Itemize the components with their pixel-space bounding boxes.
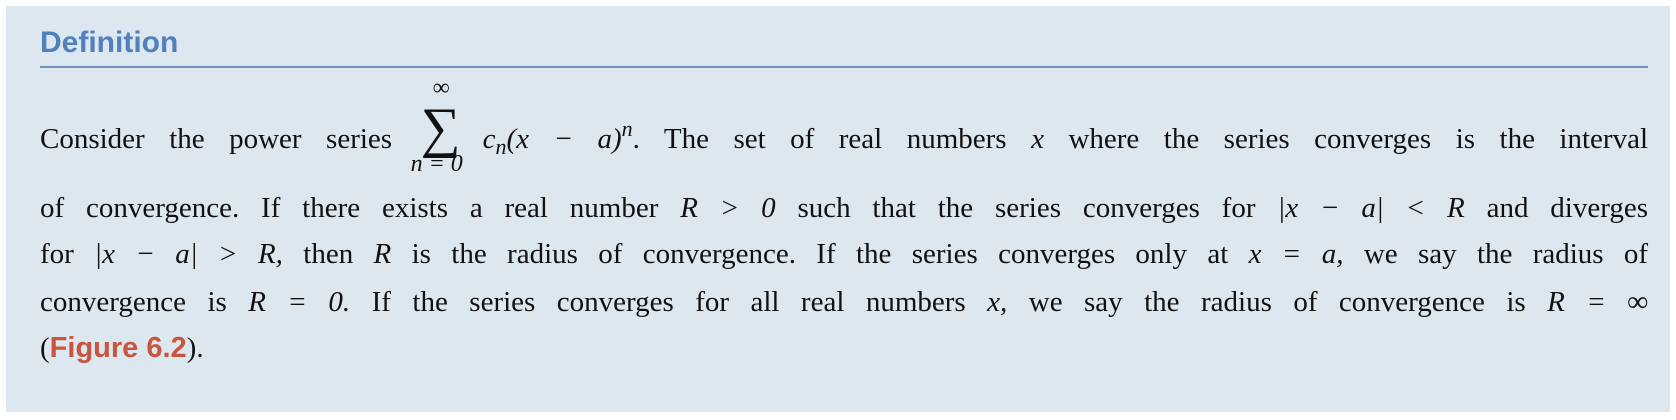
text: . The set of real numbers (632, 123, 1007, 155)
text: and diverges (1486, 192, 1649, 224)
definition-line-4: convergence is R = 0. If the series conv… (40, 286, 1648, 319)
text: Consider the power series (40, 123, 393, 155)
term-coefficient: c (482, 123, 496, 155)
text: then (303, 238, 354, 270)
summation: ∞ ∑ n = 0 (411, 76, 481, 176)
text: is the radius of convergence. If the ser… (411, 238, 1229, 270)
definition-line-3: for |x − a| > R, then R is the radius of… (40, 238, 1648, 271)
math-x: x, (987, 286, 1008, 318)
math-x: x (1031, 123, 1044, 155)
title-divider (40, 66, 1648, 68)
math-expression: R > 0 (680, 192, 776, 224)
definition-line-1: Consider the power series ∞ ∑ n = 0 cn(x… (40, 76, 1648, 176)
text: of convergence. If there exists a real n… (40, 192, 659, 224)
definition-line-2: of convergence. If there exists a real n… (40, 192, 1648, 225)
figure-link[interactable]: Figure 6.2 (50, 332, 187, 364)
term-subscript: n (495, 134, 507, 159)
math-expression: R = ∞ (1547, 286, 1649, 318)
text: If the series converges for all real num… (371, 286, 966, 318)
text: for (40, 238, 74, 270)
text: ). (186, 332, 204, 364)
sum-lower-limit: n = 0 (410, 151, 463, 177)
math-expression: x = a, (1248, 238, 1344, 270)
term-exponent: n (621, 116, 633, 141)
definition-line-5: (Figure 6.2). (40, 332, 1648, 365)
text: such that the series converges for (797, 192, 1256, 224)
math-expression: |x − a| < R (1277, 192, 1465, 224)
term-binomial: (x − a) (506, 123, 622, 155)
math-expression: |x − a| > R, (94, 238, 283, 270)
text: we say the radius of convergence is (1028, 286, 1526, 318)
text: we say the radius of (1363, 238, 1649, 270)
text: where the series converges is the interv… (1068, 123, 1648, 155)
sum-symbol: ∑ (420, 97, 461, 159)
math-expression: R = 0. (248, 286, 351, 318)
text: ( (40, 332, 50, 364)
math-r: R (373, 238, 392, 270)
definition-title: Definition (40, 26, 179, 59)
text: convergence is (40, 286, 227, 318)
definition-box: Definition Consider the power series ∞ ∑… (6, 6, 1670, 412)
